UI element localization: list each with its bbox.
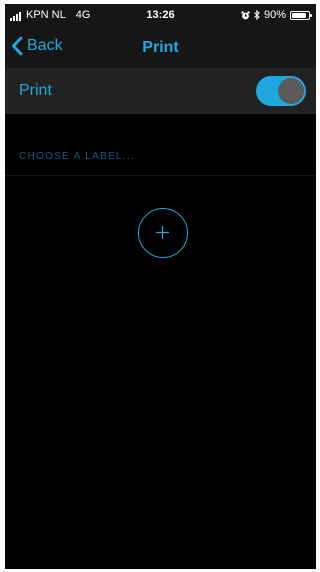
status-bar: KPN NL 4G 13:26 90%: [5, 4, 316, 28]
print-toggle[interactable]: [256, 76, 306, 106]
page-title: Print: [142, 39, 179, 56]
toggle-knob: [278, 78, 304, 104]
battery-icon: [290, 10, 312, 20]
bluetooth-icon: [254, 10, 260, 20]
alarm-icon: [241, 10, 250, 19]
add-label-button[interactable]: [138, 208, 188, 258]
navigation-bar: Back Print: [5, 28, 316, 68]
battery-percent: 90%: [263, 9, 286, 21]
divider: [5, 175, 316, 176]
print-setting-row: Print: [5, 68, 316, 114]
battery-fill: [292, 12, 307, 18]
status-right: 90%: [241, 9, 312, 21]
choose-label-header: CHOOSE A LABEL...: [19, 151, 136, 162]
plus-icon: [156, 226, 169, 239]
phone-screen: KPN NL 4G 13:26 90% Back Print Print CHO…: [5, 4, 316, 569]
print-setting-label: Print: [19, 82, 52, 99]
